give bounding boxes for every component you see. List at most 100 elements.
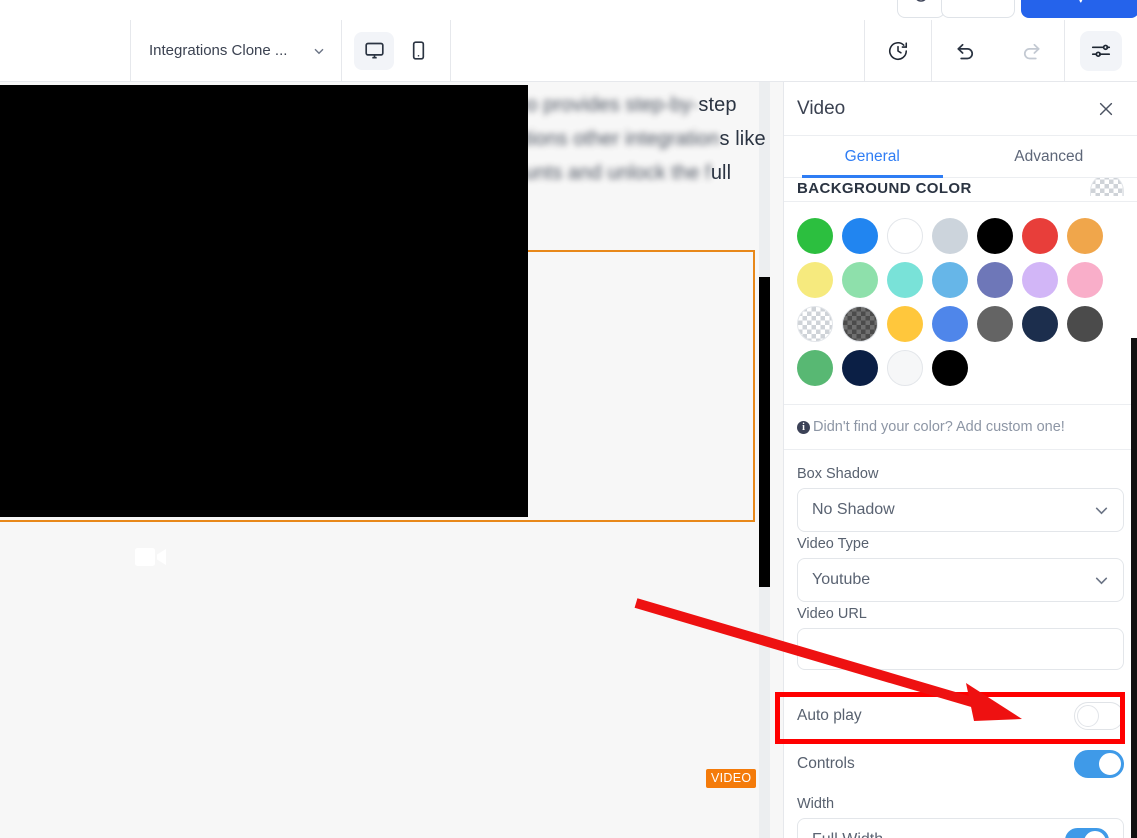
color-swatch-cell[interactable]: [932, 258, 977, 302]
box-shadow-label: Box Shadow: [797, 466, 879, 482]
color-swatch[interactable]: [977, 218, 1013, 254]
color-swatch-cell[interactable]: [977, 214, 1022, 258]
color-swatch[interactable]: [887, 218, 923, 254]
color-swatch-cell[interactable]: [1022, 302, 1067, 346]
color-swatch-cell[interactable]: [797, 214, 842, 258]
color-swatch-cell[interactable]: [1067, 302, 1112, 346]
color-swatch-cell[interactable]: [1067, 214, 1112, 258]
color-swatch[interactable]: [887, 306, 923, 342]
color-swatch-cell[interactable]: [887, 258, 932, 302]
color-swatch-cell[interactable]: [797, 302, 842, 346]
undo-button[interactable]: [932, 20, 998, 81]
redo-arrow-icon: [1023, 43, 1040, 60]
color-swatch-cell[interactable]: [932, 302, 977, 346]
color-swatch-cell[interactable]: [842, 302, 887, 346]
panel-title: Video: [797, 97, 846, 119]
color-swatch-cell[interactable]: [842, 214, 887, 258]
color-swatch[interactable]: [797, 306, 833, 342]
toggle-knob: [1077, 705, 1099, 727]
panel-scrollbar-thumb[interactable]: [1131, 338, 1137, 838]
mobile-view-button[interactable]: [398, 32, 438, 70]
toolbar-left-pad: [0, 20, 130, 81]
width-toggle[interactable]: [1065, 827, 1109, 838]
publish-button[interactable]: [1021, 0, 1137, 18]
color-swatch[interactable]: [842, 350, 878, 386]
color-swatch-cell[interactable]: [977, 258, 1022, 302]
box-shadow-select[interactable]: No Shadow: [797, 488, 1124, 532]
color-swatch-cell[interactable]: [932, 214, 977, 258]
info-icon: i: [797, 420, 810, 434]
auto-play-row: Auto play: [797, 696, 1124, 736]
color-swatch[interactable]: [797, 350, 833, 386]
color-swatch[interactable]: [1022, 306, 1058, 342]
settings-button[interactable]: [1065, 20, 1137, 81]
desktop-view-button[interactable]: [354, 31, 395, 70]
auto-play-toggle[interactable]: [1074, 702, 1124, 730]
video-settings-panel: Video General Advanced BACKGROUND COLOR …: [783, 82, 1137, 838]
canvas-scrollbar-thumb[interactable]: [759, 277, 770, 587]
color-swatch[interactable]: [932, 306, 968, 342]
clock-history-icon: [888, 41, 908, 60]
color-swatch[interactable]: [932, 262, 968, 298]
color-swatch[interactable]: [977, 306, 1013, 342]
color-swatch-cell[interactable]: [1022, 214, 1067, 258]
color-swatch-cell[interactable]: [1067, 258, 1112, 302]
tab-advanced[interactable]: Advanced: [961, 136, 1137, 177]
color-swatch-cell[interactable]: [842, 258, 887, 302]
top-actions-row-cutoff: Save: [0, 0, 1137, 20]
device-switcher: [342, 20, 450, 81]
history-button[interactable]: [865, 20, 931, 81]
line-visible-end: s like: [719, 128, 766, 150]
color-swatch[interactable]: [977, 262, 1013, 298]
color-swatch[interactable]: [932, 350, 968, 386]
width-field: Width Full Width: [797, 796, 1124, 838]
color-swatch[interactable]: [842, 218, 878, 254]
color-swatch-cell[interactable]: [887, 346, 932, 390]
undo-arrow-icon: [956, 43, 973, 60]
color-swatch[interactable]: [1022, 262, 1058, 298]
color-swatch-cell[interactable]: [797, 258, 842, 302]
save-button[interactable]: Save: [941, 0, 1015, 18]
color-swatch[interactable]: [797, 218, 833, 254]
video-url-field: Video URL: [797, 606, 1124, 670]
color-swatch[interactable]: [887, 262, 923, 298]
color-swatch[interactable]: [797, 262, 833, 298]
chevron-down-icon: [1095, 577, 1108, 584]
width-select[interactable]: Full Width: [797, 818, 1124, 838]
color-swatch-cell[interactable]: [977, 302, 1022, 346]
page-canvas[interactable]: nd more can make day-to-day tasks more e…: [0, 82, 783, 838]
color-swatch[interactable]: [1067, 218, 1103, 254]
redo-button[interactable]: [998, 20, 1064, 81]
close-icon[interactable]: [1097, 100, 1115, 118]
transparency-checker-icon[interactable]: [1090, 178, 1124, 196]
preview-icon-button[interactable]: [897, 0, 945, 18]
color-swatch-cell[interactable]: [887, 214, 932, 258]
video-url-input[interactable]: [797, 628, 1124, 670]
color-swatch-cell[interactable]: [797, 346, 842, 390]
video-element-badge: VIDEO: [706, 769, 757, 788]
send-plane-icon: [1079, 0, 1083, 3]
line-visible-end: step: [698, 94, 737, 116]
tab-general[interactable]: General: [784, 136, 961, 178]
color-swatch-cell[interactable]: [932, 346, 977, 390]
color-swatch[interactable]: [1067, 306, 1103, 342]
line-visible-end: ull: [710, 162, 732, 184]
custom-color-note-row[interactable]: i Didn't find your color? Add custom one…: [784, 404, 1137, 450]
color-swatch[interactable]: [842, 262, 878, 298]
video-type-select[interactable]: Youtube: [797, 558, 1124, 602]
color-swatch[interactable]: [1067, 262, 1103, 298]
mobile-icon: [412, 41, 425, 60]
controls-toggle[interactable]: [1074, 750, 1124, 778]
color-swatch[interactable]: [932, 218, 968, 254]
page-selector[interactable]: Integrations Clone ...: [131, 20, 341, 81]
color-swatch[interactable]: [1022, 218, 1058, 254]
color-swatch-cell[interactable]: [887, 302, 932, 346]
color-swatch[interactable]: [887, 350, 923, 386]
toggle-knob: [1084, 830, 1106, 838]
color-swatch-cell[interactable]: [1022, 258, 1067, 302]
video-placeholder[interactable]: [0, 85, 528, 517]
video-type-value: Youtube: [812, 571, 871, 588]
controls-label: Controls: [797, 755, 855, 772]
color-swatch-cell[interactable]: [842, 346, 887, 390]
color-swatch[interactable]: [842, 306, 878, 342]
